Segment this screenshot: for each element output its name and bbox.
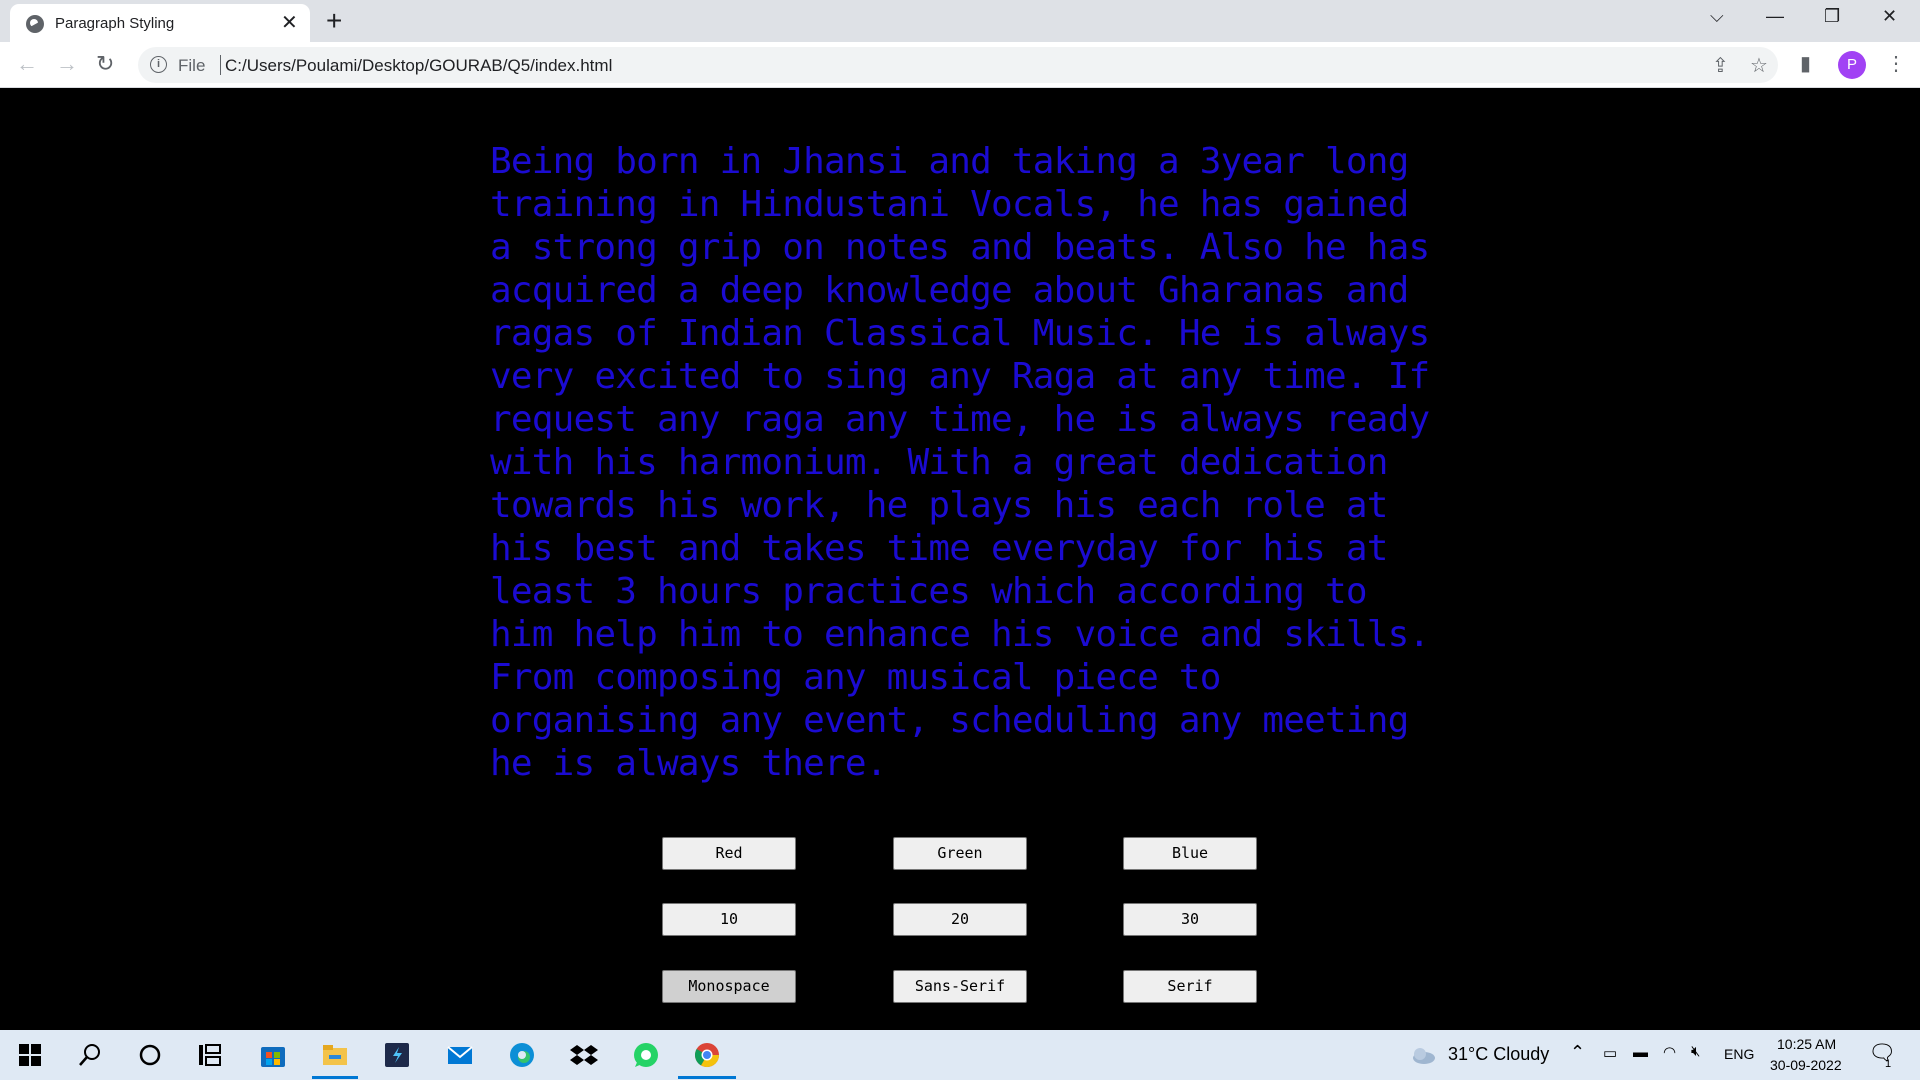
minimize-icon[interactable]: — bbox=[1766, 6, 1784, 27]
cortana-icon[interactable] bbox=[135, 1040, 165, 1070]
dropbox-icon[interactable] bbox=[569, 1040, 599, 1070]
notification-icon[interactable]: 🗨︎ bbox=[1868, 1040, 1896, 1066]
chevron-up-icon[interactable]: ⌃ bbox=[1570, 1042, 1585, 1063]
whatsapp-icon[interactable] bbox=[631, 1040, 661, 1070]
code-editor-icon[interactable] bbox=[382, 1040, 412, 1070]
active-indicator bbox=[312, 1076, 358, 1079]
tab-title: Paragraph Styling bbox=[55, 15, 175, 32]
url-text[interactable]: C:/Users/Poulami/Desktop/GOURAB/Q5/index… bbox=[225, 56, 612, 76]
battery-icon[interactable]: ▬ bbox=[1633, 1044, 1648, 1061]
profile-avatar[interactable]: P bbox=[1838, 51, 1866, 79]
notification-count: 1 bbox=[1885, 1058, 1892, 1070]
bookmark-star-icon[interactable]: ☆ bbox=[1750, 53, 1768, 78]
clock-time[interactable]: 10:25 AM bbox=[1777, 1036, 1836, 1052]
clock-date[interactable]: 30-09-2022 bbox=[1770, 1057, 1842, 1073]
tab-strip: Paragraph Styling ✕ + ⌵ — ❐ ✕ bbox=[0, 0, 1920, 42]
mail-icon[interactable] bbox=[445, 1040, 475, 1070]
weather-text[interactable]: 31°C Cloudy bbox=[1448, 1044, 1549, 1065]
microsoft-store-icon[interactable] bbox=[258, 1040, 288, 1070]
info-icon[interactable]: i bbox=[150, 56, 167, 73]
restore-icon[interactable]: ❐ bbox=[1824, 6, 1840, 27]
meet-now-icon[interactable]: ▭ bbox=[1603, 1044, 1617, 1062]
language-indicator[interactable]: ENG bbox=[1724, 1046, 1754, 1062]
browser-toolbar: ← → ↻ i File C:/Users/Poulami/Desktop/GO… bbox=[0, 42, 1920, 88]
size-30-button[interactable]: 30 bbox=[1123, 903, 1257, 936]
chrome-icon[interactable] bbox=[692, 1040, 722, 1070]
styled-paragraph: Being born in Jhansi and taking a 3year … bbox=[490, 141, 1430, 784]
cloudy-weather-icon[interactable] bbox=[1408, 1040, 1438, 1070]
url-scheme: File bbox=[178, 56, 206, 75]
address-bar[interactable]: i File C:/Users/Poulami/Desktop/GOURAB/Q… bbox=[138, 47, 1778, 83]
browser-tab[interactable]: Paragraph Styling ✕ bbox=[10, 4, 310, 42]
back-icon[interactable]: ← bbox=[16, 52, 38, 76]
file-explorer-icon[interactable] bbox=[320, 1040, 350, 1070]
side-panel-icon[interactable]: ▮ bbox=[1800, 51, 1811, 76]
windows-start-icon[interactable] bbox=[15, 1040, 45, 1070]
sans-serif-button[interactable]: Sans-Serif bbox=[893, 970, 1027, 1003]
tab-search-icon[interactable]: ⌵ bbox=[1710, 6, 1724, 27]
globe-icon bbox=[26, 15, 44, 33]
reload-icon[interactable]: ↻ bbox=[96, 52, 114, 76]
menu-icon[interactable]: ⋮ bbox=[1886, 51, 1906, 76]
blue-button[interactable]: Blue bbox=[1123, 837, 1257, 870]
search-icon[interactable] bbox=[75, 1040, 105, 1070]
active-indicator bbox=[678, 1076, 736, 1079]
size-10-button[interactable]: 10 bbox=[662, 903, 796, 936]
wifi-icon[interactable]: ◠ bbox=[1663, 1043, 1676, 1061]
edge-browser-icon[interactable] bbox=[507, 1040, 537, 1070]
size-20-button[interactable]: 20 bbox=[893, 903, 1027, 936]
taskbar: 31°C Cloudy ⌃ ▭ ▬ ◠ 🔇︎ ENG 10:25 AM 30-0… bbox=[0, 1030, 1920, 1080]
new-tab-icon[interactable]: + bbox=[326, 6, 342, 36]
divider bbox=[220, 55, 221, 75]
red-button[interactable]: Red bbox=[662, 837, 796, 870]
forward-icon[interactable]: → bbox=[56, 52, 78, 76]
close-tab-icon[interactable]: ✕ bbox=[281, 13, 298, 33]
page-content: Being born in Jhansi and taking a 3year … bbox=[0, 88, 1920, 1030]
share-icon[interactable]: ⇪ bbox=[1712, 53, 1729, 78]
serif-button[interactable]: Serif bbox=[1123, 970, 1257, 1003]
close-window-icon[interactable]: ✕ bbox=[1882, 6, 1897, 27]
monospace-button[interactable]: Monospace bbox=[662, 970, 796, 1003]
green-button[interactable]: Green bbox=[893, 837, 1027, 870]
volume-muted-icon[interactable]: 🔇︎ bbox=[1691, 1043, 1700, 1060]
task-view-icon[interactable] bbox=[195, 1040, 225, 1070]
